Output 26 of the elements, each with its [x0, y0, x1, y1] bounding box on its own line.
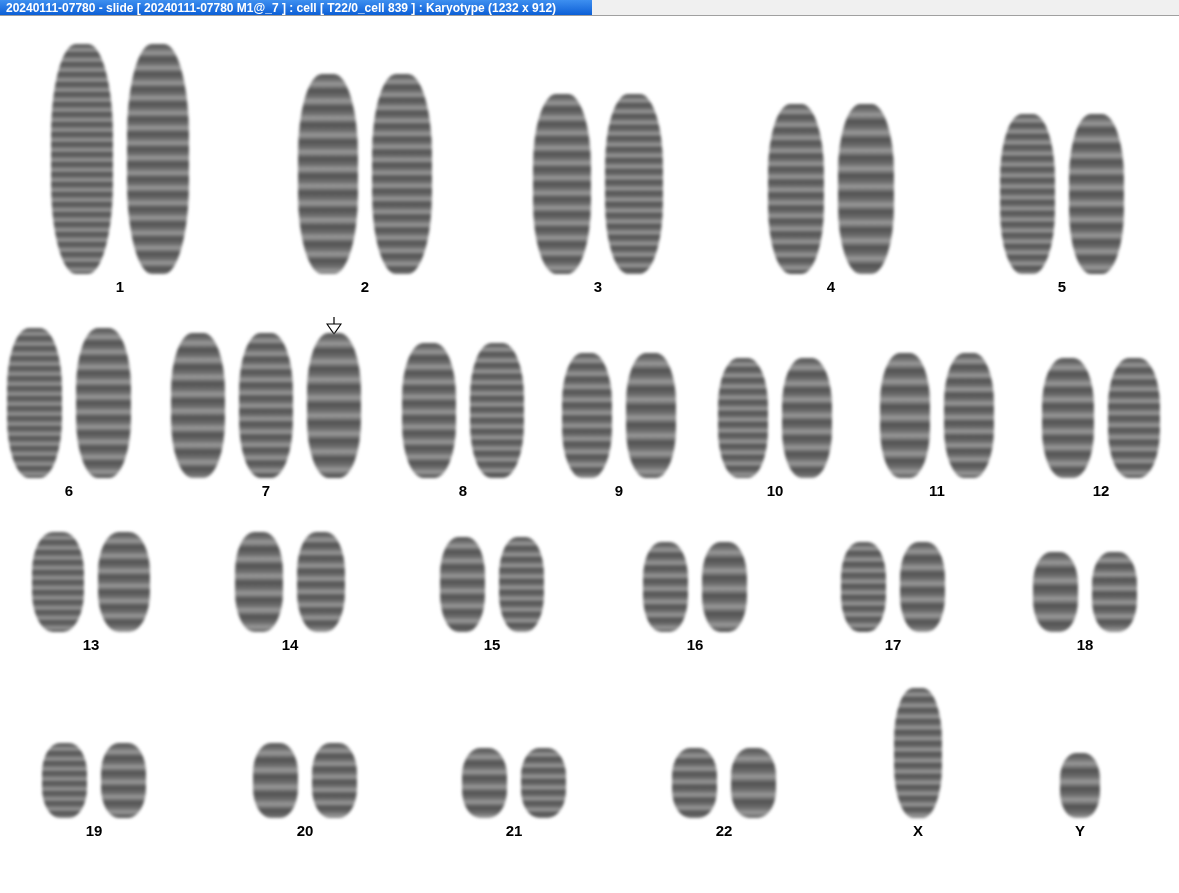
chromosome-label: 12: [1092, 482, 1110, 500]
chromosome-label: 22: [715, 822, 733, 840]
chromosome-label: Y: [1075, 822, 1085, 840]
chromosome-label: 16: [686, 636, 704, 654]
chromosome-label: 9: [614, 482, 624, 500]
window-title: 20240111-07780 - slide [ 20240111-07780 M1@_7 ] : cell [ T22/0_cell 839 ] : Karyotype (1232 x 912): [0, 0, 592, 15]
chromosome-label: 17: [884, 636, 902, 654]
chromosome-label: 5: [1057, 278, 1067, 296]
chromosome-label: 20: [296, 822, 314, 840]
chromosome-label: 13: [82, 636, 100, 654]
chromosome-label: 15: [483, 636, 501, 654]
arrow-icon: [326, 317, 342, 335]
chromosome-label: 11: [929, 482, 945, 500]
chromosome-label: 7: [261, 482, 271, 500]
chromosome-label: 3: [593, 278, 603, 296]
chromosome-label: 21: [505, 822, 523, 840]
chromosome-label: 19: [85, 822, 103, 840]
chromosome-label: 10: [766, 482, 784, 500]
chromosome-label: 18: [1076, 636, 1094, 654]
chromosome-label: 1: [115, 278, 125, 296]
chromosome-label: 8: [458, 482, 468, 500]
chromosome-label: 2: [360, 278, 370, 296]
chromosome-label: X: [913, 822, 923, 840]
chromosome-label: 6: [64, 482, 74, 500]
chromosome-label: 4: [826, 278, 836, 296]
chromosome-label: 14: [281, 636, 299, 654]
